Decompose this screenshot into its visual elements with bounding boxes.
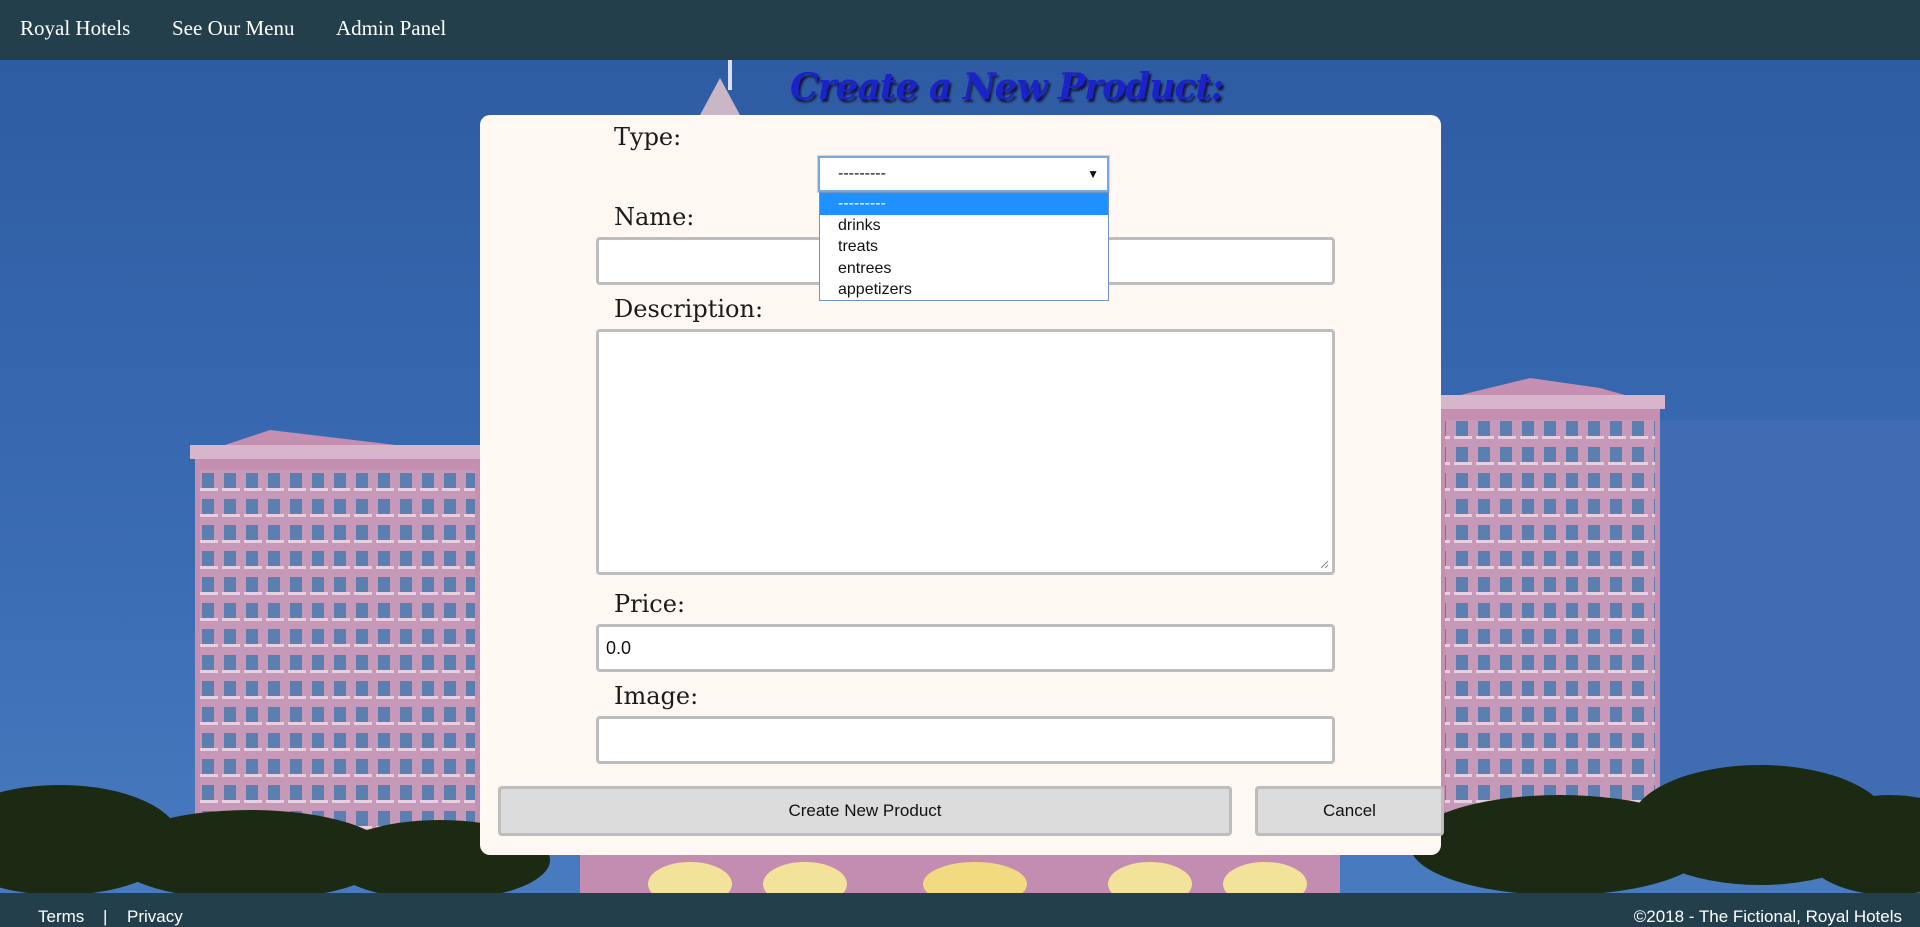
type-option-appetizers[interactable]: appetizers [820, 279, 1108, 301]
footer: Terms | Privacy ©2018 - The Fictional, R… [0, 893, 1920, 927]
type-select[interactable]: --------- ▼ [818, 156, 1109, 192]
type-select-value: --------- [838, 165, 886, 182]
type-option-drinks[interactable]: drinks [820, 215, 1108, 237]
footer-privacy-link[interactable]: Privacy [127, 907, 183, 927]
nav-admin-panel-link[interactable]: Admin Panel [336, 16, 446, 41]
description-label: Description: [614, 295, 764, 323]
price-label: Price: [614, 590, 686, 618]
create-product-button[interactable]: Create New Product [498, 786, 1232, 836]
image-input[interactable] [596, 716, 1335, 764]
type-option-entrees[interactable]: entrees [820, 258, 1108, 280]
description-textarea[interactable] [596, 329, 1335, 575]
type-option-treats[interactable]: treats [820, 236, 1108, 258]
type-label: Type: [614, 123, 682, 151]
footer-copyright: ©2018 - The Fictional, Royal Hotels [1633, 907, 1902, 926]
dropdown-arrow-icon: ▼ [1087, 167, 1099, 181]
footer-separator: | [103, 907, 108, 926]
nav-brand-link[interactable]: Royal Hotels [20, 16, 130, 41]
page-title: Create a New Product: [790, 66, 1224, 108]
resize-grip-icon[interactable] [1319, 559, 1329, 569]
price-input[interactable] [596, 624, 1335, 672]
cancel-button[interactable]: Cancel [1255, 786, 1444, 836]
image-label: Image: [614, 682, 699, 710]
type-dropdown-list: --------- drinks treats entrees appetize… [819, 192, 1109, 301]
footer-terms-link[interactable]: Terms [38, 907, 84, 927]
name-label: Name: [614, 203, 695, 231]
nav-see-our-menu-link[interactable]: See Our Menu [172, 16, 294, 41]
type-option-blank[interactable]: --------- [820, 193, 1108, 215]
top-navbar: Royal Hotels See Our Menu Admin Panel [0, 0, 1920, 60]
